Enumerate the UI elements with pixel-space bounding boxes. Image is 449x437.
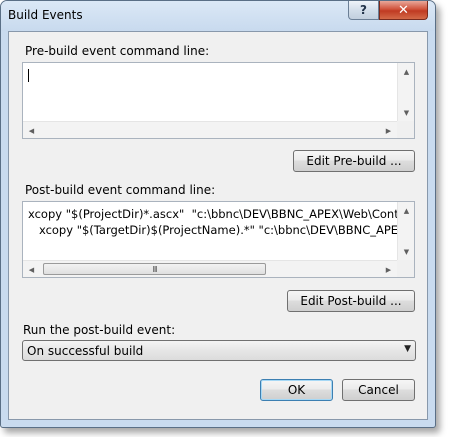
right-arrow-icon[interactable]: ▶: [380, 261, 397, 278]
cancel-button[interactable]: Cancel: [342, 379, 415, 401]
prebuild-textbox[interactable]: ▲ ▼ ◀ ▶: [22, 62, 415, 139]
dialog-content: Pre-build event command line: ▲ ▼ ◀ ▶ Ed…: [8, 31, 428, 420]
run-postbuild-selected: On successful build: [27, 344, 144, 358]
close-button[interactable]: ✕: [379, 1, 428, 20]
close-icon: ✕: [398, 2, 409, 18]
text-caret: [28, 69, 29, 82]
right-arrow-icon[interactable]: ▶: [380, 122, 397, 139]
scroll-corner: [397, 260, 414, 277]
run-postbuild-dropdown[interactable]: On successful build ▼: [22, 340, 416, 361]
scroll-corner: [397, 121, 414, 138]
help-button[interactable]: ?: [348, 1, 379, 20]
postbuild-text[interactable]: xcopy "$(ProjectDir)*.ascx" "c:\bbnc\DEV…: [23, 202, 397, 260]
run-postbuild-label: Run the post-build event:: [23, 323, 176, 337]
prebuild-text[interactable]: [23, 63, 397, 121]
down-arrow-icon[interactable]: ▼: [398, 243, 415, 260]
scroll-grip: III: [152, 264, 157, 274]
prebuild-label: Pre-build event command line:: [25, 44, 210, 58]
build-events-dialog: Build Events ? ✕ Pre-build event command…: [0, 0, 436, 428]
left-arrow-icon[interactable]: ◀: [23, 122, 40, 139]
help-icon: ?: [360, 3, 367, 17]
postbuild-vertical-scrollbar[interactable]: ▲ ▼: [397, 202, 414, 260]
prebuild-horizontal-scrollbar[interactable]: ◀ ▶: [23, 121, 397, 138]
left-arrow-icon[interactable]: ◀: [23, 261, 40, 278]
prebuild-vertical-scrollbar[interactable]: ▲ ▼: [397, 63, 414, 121]
horizontal-scroll-thumb[interactable]: III: [43, 263, 266, 275]
postbuild-textbox[interactable]: xcopy "$(ProjectDir)*.ascx" "c:\bbnc\DEV…: [22, 201, 415, 278]
chevron-down-icon[interactable]: ▼: [404, 344, 411, 354]
down-arrow-icon[interactable]: ▼: [398, 104, 415, 121]
ok-button[interactable]: OK: [260, 379, 333, 401]
up-arrow-icon[interactable]: ▲: [398, 202, 415, 219]
window-title: Build Events: [8, 8, 83, 22]
up-arrow-icon[interactable]: ▲: [398, 63, 415, 80]
postbuild-horizontal-scrollbar[interactable]: ◀ III ▶: [23, 260, 397, 277]
edit-postbuild-button[interactable]: Edit Post-build ...: [287, 290, 415, 312]
title-bar[interactable]: Build Events ? ✕: [1, 1, 435, 31]
postbuild-label: Post-build event command line:: [25, 183, 216, 197]
edit-prebuild-button[interactable]: Edit Pre-build ...: [293, 150, 415, 172]
